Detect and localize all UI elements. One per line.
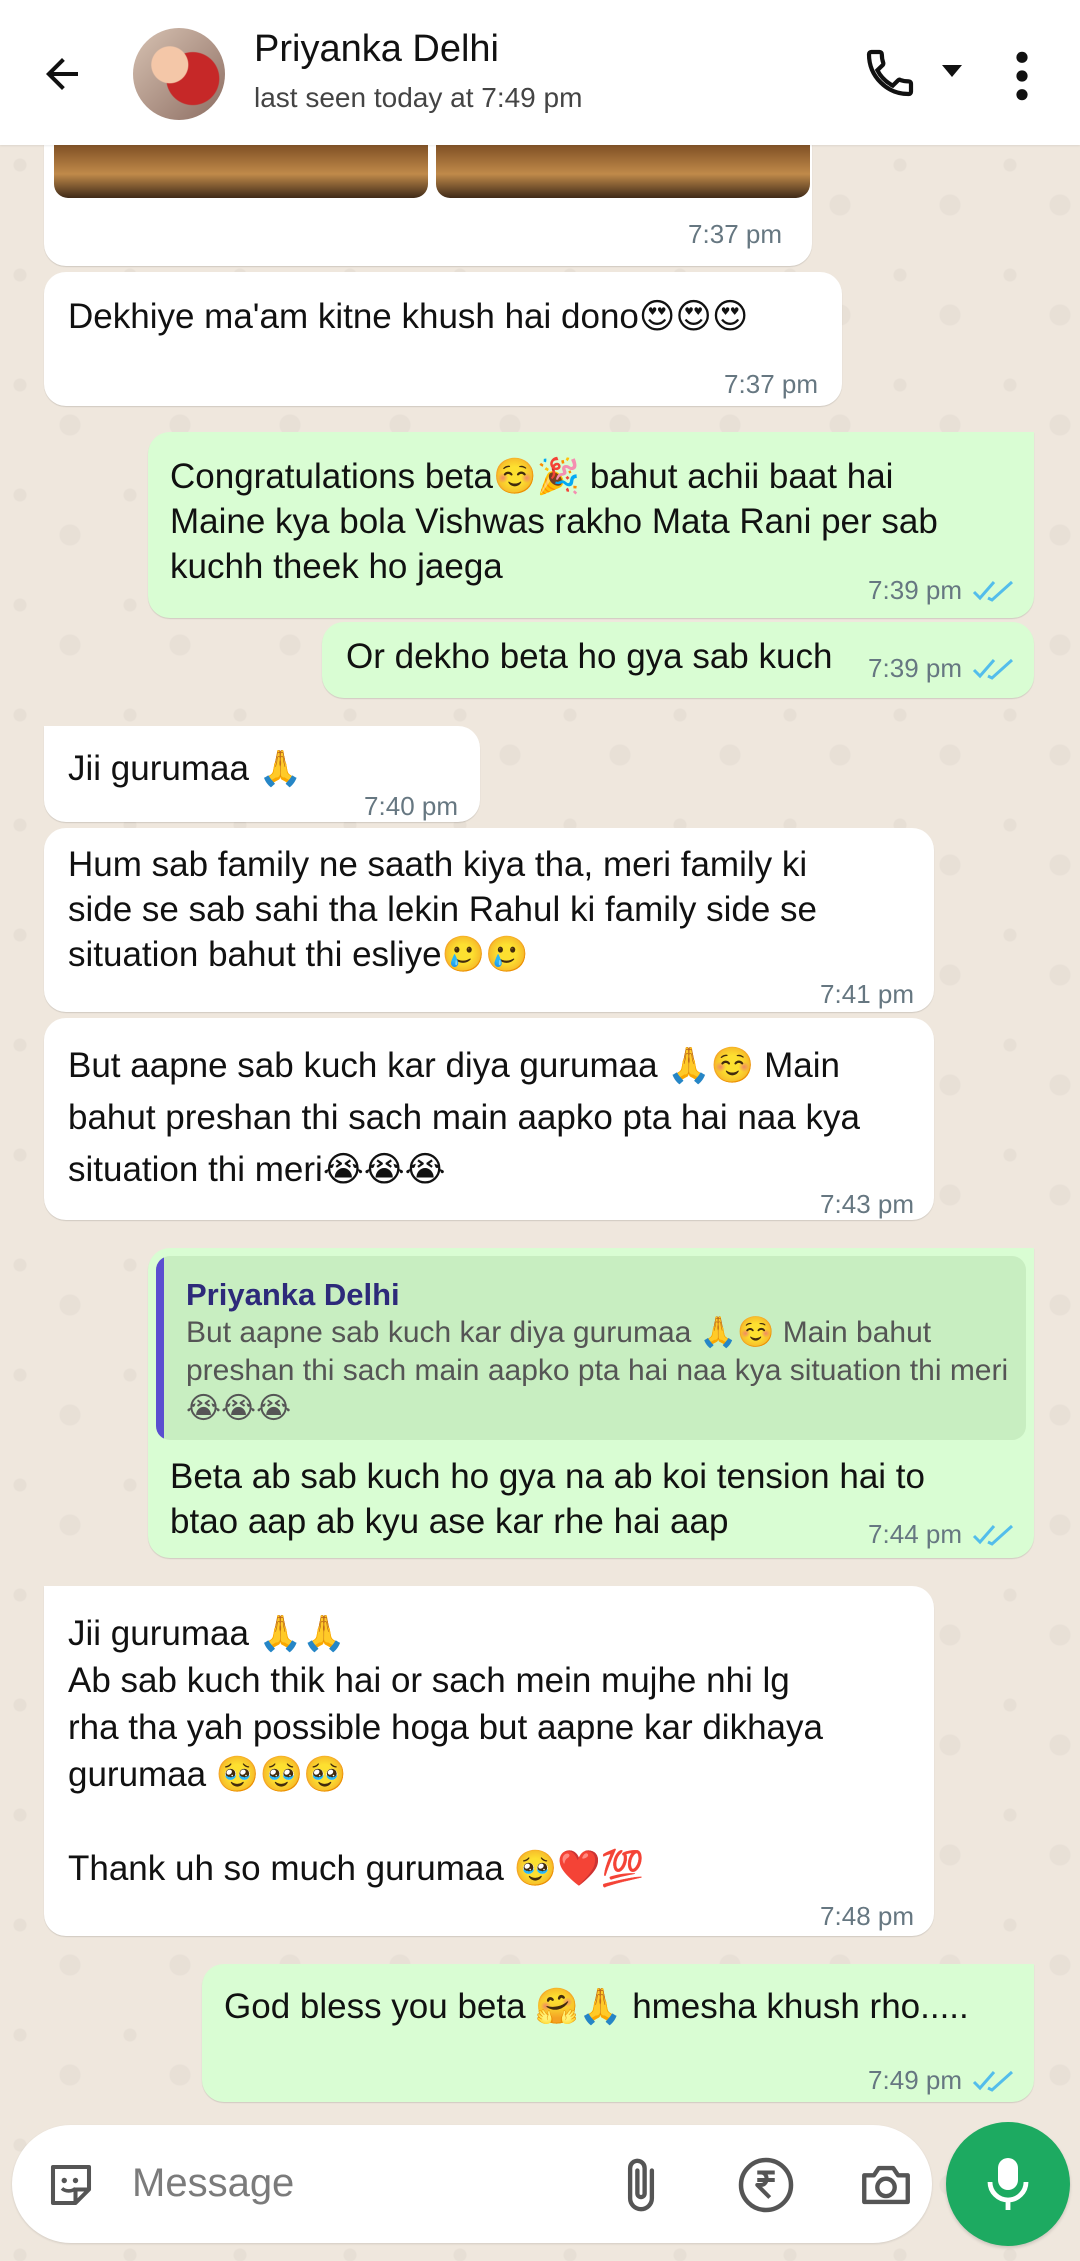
- mic-icon: [987, 2158, 1029, 2210]
- message-bubble-incoming[interactable]: Jii gurumaa 🙏 7:40 pm: [44, 726, 480, 822]
- message-input[interactable]: Message: [132, 2161, 294, 2206]
- double-check-icon: [972, 580, 1014, 602]
- double-check-icon: [972, 2070, 1014, 2092]
- message-text: Hum sab family ne saath kiya tha, meri f…: [68, 845, 817, 974]
- message-text: Congratulations beta☺️🎉 bahut achii baat…: [170, 457, 938, 586]
- more-vert-icon[interactable]: [1004, 48, 1040, 104]
- message-text: Beta ab sab kuch ho gya na ab koi tensio…: [170, 1457, 925, 1541]
- message-bubble-outgoing[interactable]: Congratulations beta☺️🎉 bahut achii baat…: [148, 432, 1034, 618]
- message-time: 7:48 pm: [820, 1901, 914, 1931]
- message-time: 7:49 pm: [868, 2065, 962, 2095]
- message-text: Dekhiye ma'am kitne khush hai dono😍😍😍: [68, 297, 749, 336]
- message-time: 7:40 pm: [364, 791, 458, 821]
- message-bubble-incoming[interactable]: Dekhiye ma'am kitne khush hai dono😍😍😍 7:…: [44, 272, 842, 406]
- message-time: 7:37 pm: [724, 369, 818, 399]
- quoted-text: But aapne sab kuch kar diya gurumaa 🙏☺️ …: [186, 1316, 1009, 1425]
- message-time: 7:41 pm: [820, 979, 914, 1009]
- quoted-message[interactable]: Priyanka Delhi But aapne sab kuch kar di…: [156, 1256, 1026, 1440]
- camera-icon[interactable]: [856, 2156, 916, 2214]
- phone-icon[interactable]: [862, 45, 918, 101]
- message-bubble-incoming[interactable]: But aapne sab kuch kar diya gurumaa 🙏☺️ …: [44, 1018, 934, 1220]
- double-check-icon: [972, 1524, 1014, 1546]
- message-text: God bless you beta 🤗🙏 hmesha khush rho..…: [224, 1987, 969, 2026]
- contact-name[interactable]: Priyanka Delhi: [254, 28, 499, 71]
- message-text: Jii gurumaa 🙏🙏 Ab sab kuch thik hai or s…: [68, 1614, 823, 1888]
- message-bubble-incoming[interactable]: Jii gurumaa 🙏🙏 Ab sab kuch thik hai or s…: [44, 1586, 934, 1936]
- chat-header: Priyanka Delhi last seen today at 7:49 p…: [0, 0, 1080, 145]
- message-bubble-outgoing[interactable]: Or dekho beta ho gya sab kuch 7:39 pm: [322, 622, 1034, 698]
- voice-record-button[interactable]: [946, 2122, 1070, 2246]
- message-time: 7:37 pm: [688, 219, 782, 249]
- message-text: But aapne sab kuch kar diya gurumaa 🙏☺️ …: [68, 1046, 860, 1189]
- contact-avatar[interactable]: [133, 28, 225, 120]
- message-text: Or dekho beta ho gya sab kuch: [346, 637, 833, 676]
- message-text: Jii gurumaa 🙏: [68, 749, 303, 788]
- message-time: 7:44 pm: [868, 1519, 962, 1549]
- quote-accent-bar: [156, 1256, 164, 1440]
- double-check-icon: [972, 658, 1014, 680]
- back-arrow-icon[interactable]: [38, 50, 86, 98]
- message-time: 7:39 pm: [868, 653, 962, 683]
- quoted-sender-name: Priyanka Delhi: [186, 1277, 400, 1312]
- message-composer: Message: [12, 2125, 932, 2243]
- caret-down-icon[interactable]: [940, 63, 964, 79]
- message-time: 7:43 pm: [820, 1189, 914, 1219]
- attach-icon[interactable]: [612, 2156, 670, 2214]
- message-bubble-outgoing-reply[interactable]: Priyanka Delhi But aapne sab kuch kar di…: [148, 1248, 1034, 1558]
- rupee-icon[interactable]: [736, 2155, 796, 2215]
- sticker-icon[interactable]: [44, 2158, 98, 2212]
- message-bubble-incoming[interactable]: Hum sab family ne saath kiya tha, meri f…: [44, 828, 934, 1012]
- message-time: 7:39 pm: [868, 575, 962, 605]
- message-bubble-outgoing[interactable]: God bless you beta 🤗🙏 hmesha khush rho..…: [202, 1964, 1034, 2102]
- last-seen-status: last seen today at 7:49 pm: [254, 82, 583, 113]
